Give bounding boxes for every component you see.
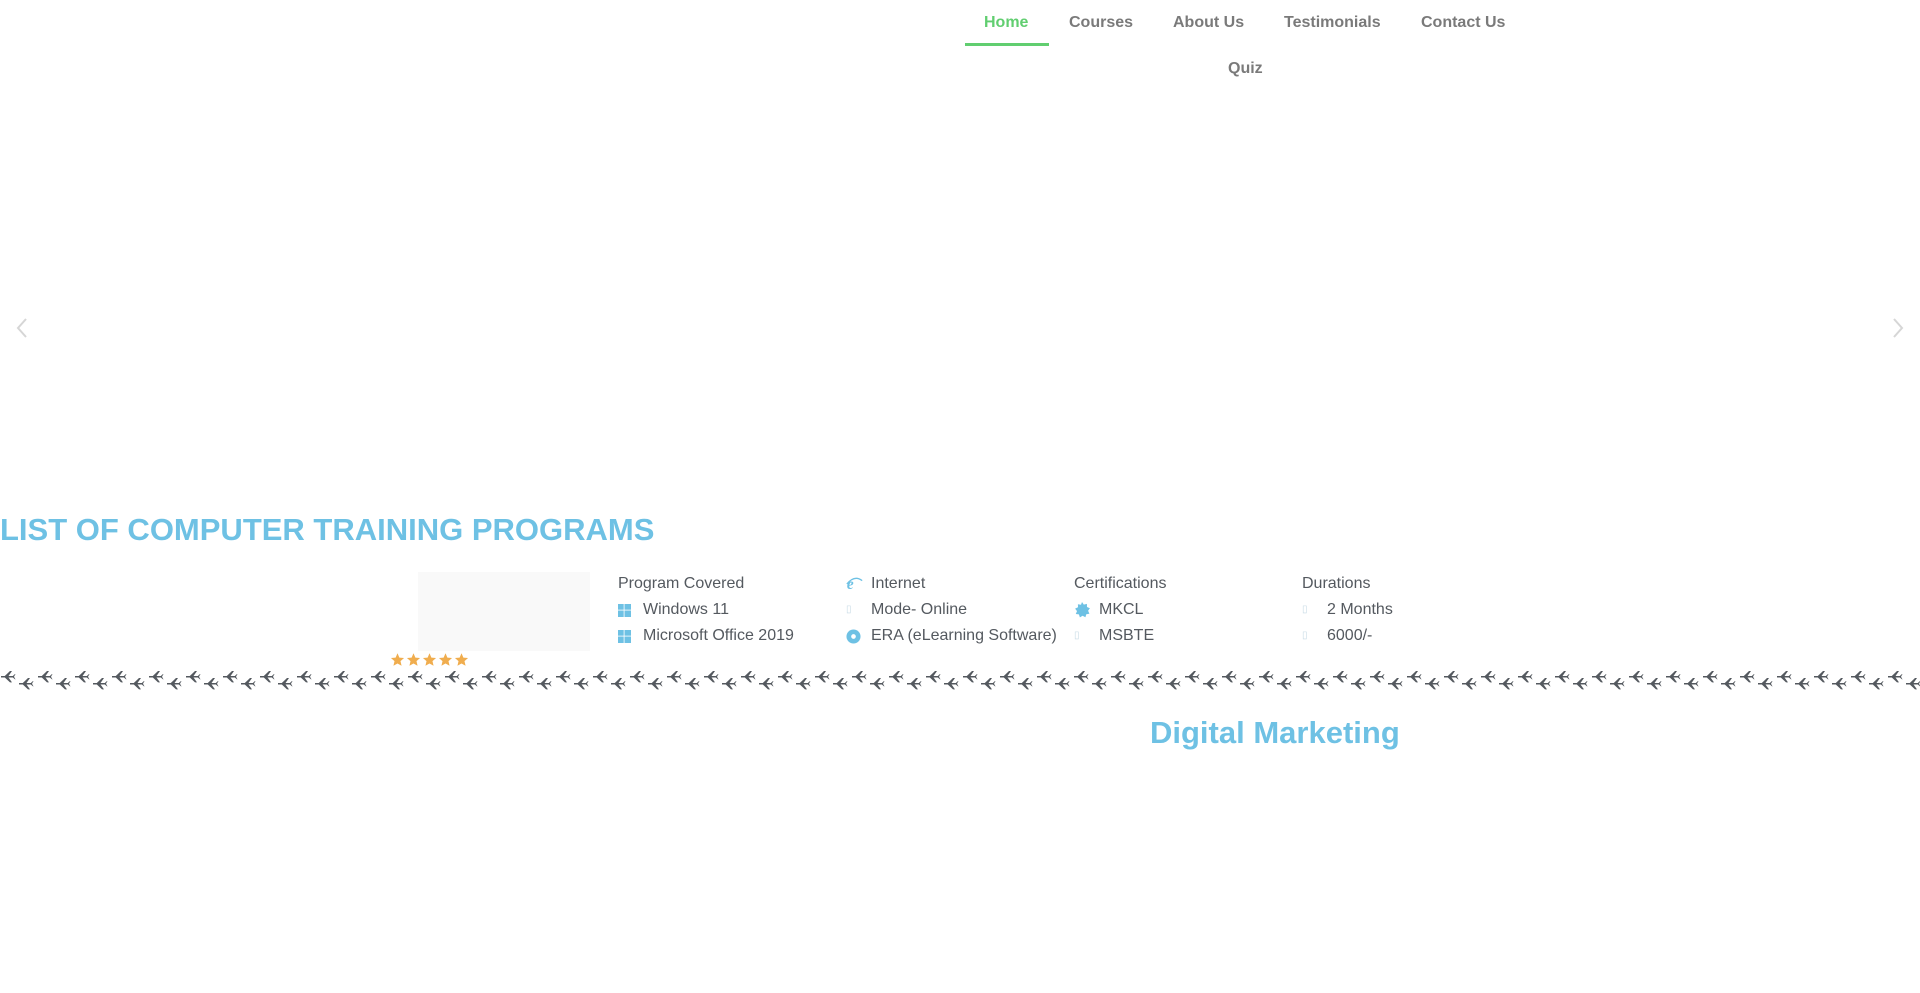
column-header: Durations xyxy=(1302,574,1522,600)
column-header: Program Covered xyxy=(618,574,838,600)
list-item-text: MKCL xyxy=(1099,601,1144,618)
star-icon xyxy=(406,652,421,667)
column-header-text: Internet xyxy=(871,575,926,592)
list-item-text: Windows 11 xyxy=(643,601,729,618)
list-item: ▯ 2 Months xyxy=(1302,600,1522,626)
star-icon xyxy=(438,652,453,667)
nav-courses[interactable]: Courses xyxy=(1069,13,1133,33)
plane-icon xyxy=(0,668,1920,692)
course-column-program: Program Covered Windows 11 Microsoft Off… xyxy=(618,574,838,652)
nav-active-underline xyxy=(965,43,1049,46)
list-item-text: Microsoft Office 2019 xyxy=(643,627,794,644)
nav-home[interactable]: Home xyxy=(984,13,1028,33)
certificate-icon xyxy=(1074,600,1099,620)
plane-divider xyxy=(0,668,1920,692)
course-column-internet: e Internet ▯ Mode- Online ERA (eLearning… xyxy=(846,574,1076,652)
nav-contact-us[interactable]: Contact Us xyxy=(1421,13,1505,33)
chevron-left-icon xyxy=(16,318,27,338)
star-icon xyxy=(422,652,437,667)
star-icon xyxy=(390,652,405,667)
column-header-text: Program Covered xyxy=(618,575,745,592)
main-nav: Home Courses About Us Testimonials Conta… xyxy=(965,0,1525,90)
disc-icon xyxy=(846,626,871,646)
course-column-durations: Durations ▯ 2 Months ▯ 6000/- xyxy=(1302,574,1522,652)
list-item: Windows 11 xyxy=(618,600,838,626)
list-item: ▯ Mode- Online xyxy=(846,600,1076,626)
list-item: ▯ MSBTE xyxy=(1074,626,1294,652)
windows-icon xyxy=(618,600,643,620)
nav-about-us[interactable]: About Us xyxy=(1173,13,1244,33)
section-title: LIST OF COMPUTER TRAINING PROGRAMS xyxy=(0,512,655,547)
chevron-right-icon xyxy=(1893,318,1904,338)
featured-course-title: Digital Marketing xyxy=(1150,715,1400,750)
list-item-text: ERA (eLearning Software) xyxy=(871,627,1057,644)
list-item-text: 2 Months xyxy=(1327,601,1393,618)
course-column-certifications: Certifications MKCL ▯ MSBTE xyxy=(1074,574,1294,652)
placeholder-icon: ▯ xyxy=(846,604,852,615)
placeholder-icon: ▯ xyxy=(1074,630,1080,641)
column-header: e Internet xyxy=(846,574,1076,600)
list-item-text: 6000/- xyxy=(1327,627,1373,644)
list-item-text: MSBTE xyxy=(1099,627,1155,644)
course-image xyxy=(418,572,590,651)
column-header: Certifications xyxy=(1074,574,1294,600)
list-item-text: Mode- Online xyxy=(871,601,968,618)
star-icon xyxy=(454,652,469,667)
slider-prev-button[interactable] xyxy=(12,316,32,346)
windows-icon xyxy=(618,626,643,646)
list-item: Microsoft Office 2019 xyxy=(618,626,838,652)
nav-testimonials[interactable]: Testimonials xyxy=(1284,13,1381,33)
internet-explorer-icon: e xyxy=(846,574,871,594)
list-item: ERA (eLearning Software) xyxy=(846,626,1076,652)
placeholder-icon: ▯ xyxy=(1302,630,1308,641)
list-item: ▯ 6000/- xyxy=(1302,626,1522,652)
placeholder-icon: ▯ xyxy=(1302,604,1308,615)
column-header-text: Certifications xyxy=(1074,575,1167,592)
slider-next-button[interactable] xyxy=(1888,316,1908,346)
nav-quiz[interactable]: Quiz xyxy=(1228,59,1263,79)
column-header-text: Durations xyxy=(1302,575,1371,592)
list-item: MKCL xyxy=(1074,600,1294,626)
